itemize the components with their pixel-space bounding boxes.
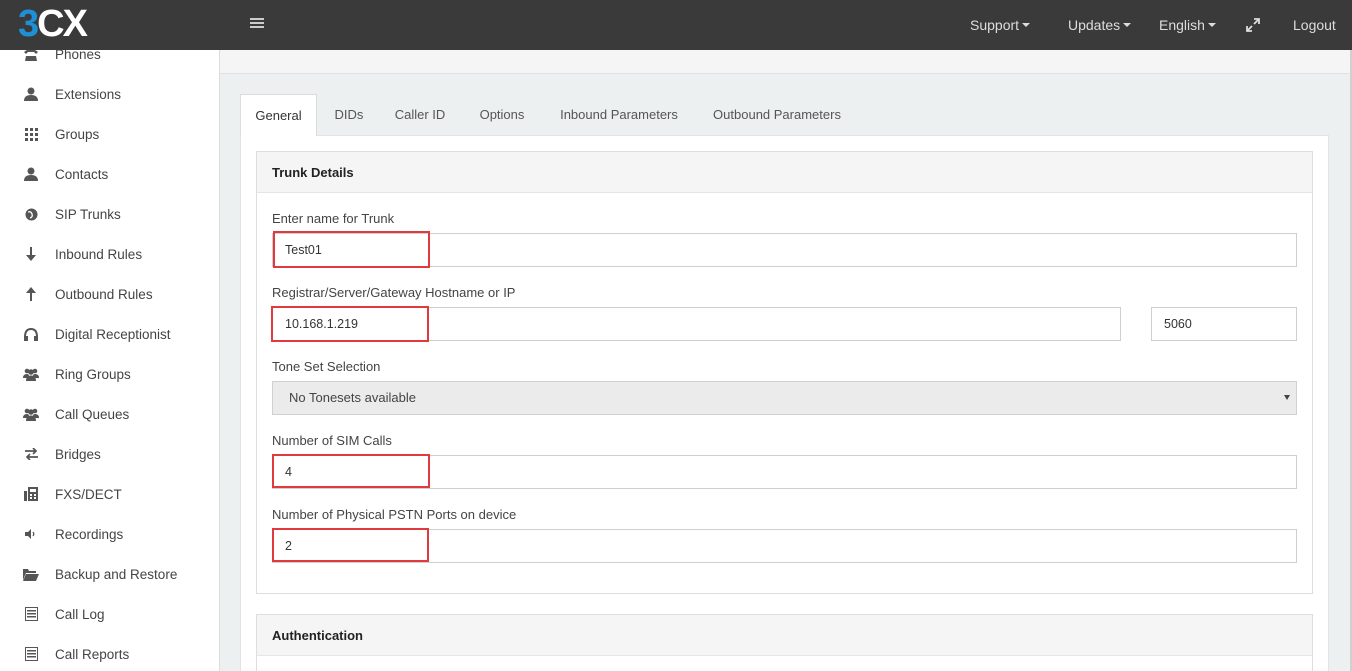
logout-label: Logout bbox=[1293, 17, 1336, 33]
trunk-name-label: Enter name for Trunk bbox=[272, 211, 395, 226]
exchange-icon bbox=[23, 446, 39, 462]
logout-link[interactable]: Logout bbox=[1293, 0, 1336, 50]
sidebar-item-label: Outbound Rules bbox=[55, 286, 153, 302]
chevron-down-icon bbox=[1284, 395, 1290, 400]
language-label: English bbox=[1159, 17, 1205, 33]
sidebar-item-label: Call Reports bbox=[55, 646, 130, 662]
language-menu[interactable]: English bbox=[1159, 0, 1216, 50]
updates-label: Updates bbox=[1068, 17, 1121, 33]
sidebar-item-label: Digital Receptionist bbox=[55, 326, 171, 342]
arrow-down-icon bbox=[23, 246, 39, 262]
volume-icon bbox=[23, 526, 39, 542]
tab-options[interactable]: Options bbox=[476, 94, 528, 136]
panel-title: Trunk Details bbox=[272, 165, 354, 180]
sidebar-item-label: Groups bbox=[55, 126, 100, 142]
trunk-details-panel: Trunk Details bbox=[256, 151, 1313, 594]
sidebar-item-label: SIP Trunks bbox=[55, 206, 121, 222]
sidebar-item-backup-restore[interactable]: Backup and Restore bbox=[0, 554, 219, 594]
tab-caller-id[interactable]: Caller ID bbox=[392, 94, 448, 136]
sidebar-item-label: Inbound Rules bbox=[55, 246, 143, 262]
arrow-up-icon bbox=[23, 286, 39, 302]
sidebar-item-sip-trunks[interactable]: SIP Trunks bbox=[0, 194, 219, 234]
chevron-down-icon bbox=[1207, 23, 1216, 27]
host-input[interactable]: 10.168.1.219 bbox=[272, 307, 1121, 341]
sidebar-item-groups[interactable]: Groups bbox=[0, 114, 219, 154]
top-navbar: 3 CX Support Updates English Logout bbox=[0, 0, 1352, 50]
port-input[interactable]: 5060 bbox=[1151, 307, 1297, 341]
updates-menu[interactable]: Updates bbox=[1068, 0, 1132, 50]
logo-cx: CX bbox=[37, 3, 88, 45]
sim-calls-label: Number of SIM Calls bbox=[272, 433, 392, 448]
tab-dids[interactable]: DIDs bbox=[328, 94, 370, 136]
panel-header: Authentication bbox=[257, 615, 1312, 656]
tab-outbound-parameters[interactable]: Outbound Parameters bbox=[710, 94, 844, 136]
panel-title: Authentication bbox=[272, 628, 363, 643]
users-icon bbox=[23, 366, 39, 382]
headphones-icon bbox=[23, 326, 39, 342]
panel-header: Trunk Details bbox=[257, 152, 1312, 193]
sidebar-item-fxs-dect[interactable]: FXS/DECT bbox=[0, 474, 219, 514]
fullscreen-icon[interactable] bbox=[1246, 18, 1260, 32]
sidebar-item-call-log[interactable]: Call Log bbox=[0, 594, 219, 634]
chevron-down-icon bbox=[1022, 23, 1031, 27]
sidebar-item-phones[interactable]: Phones bbox=[0, 50, 219, 74]
sidebar-item-label: Backup and Restore bbox=[55, 566, 178, 582]
phone-icon bbox=[23, 50, 39, 62]
list-icon bbox=[23, 606, 39, 622]
sidebar-item-label: Bridges bbox=[55, 446, 101, 462]
pstn-ports-input[interactable]: 2 bbox=[272, 529, 1297, 563]
tab-inbound-parameters[interactable]: Inbound Parameters bbox=[556, 94, 682, 136]
fax-icon bbox=[23, 486, 39, 502]
page-header-strip bbox=[220, 50, 1352, 74]
sidebar-item-label: Extensions bbox=[55, 86, 122, 102]
trunk-name-input[interactable]: Test01 bbox=[272, 233, 1297, 267]
host-label: Registrar/Server/Gateway Hostname or IP bbox=[272, 285, 516, 300]
sidebar-item-call-reports[interactable]: Call Reports bbox=[0, 634, 219, 671]
3cx-logo[interactable]: 3 CX bbox=[18, 3, 88, 45]
sidebar-item-contacts[interactable]: Contacts bbox=[0, 154, 219, 194]
sidebar-item-recordings[interactable]: Recordings bbox=[0, 514, 219, 554]
grid-icon bbox=[23, 126, 39, 142]
sim-calls-input[interactable]: 4 bbox=[272, 455, 1297, 489]
logo-three: 3 bbox=[18, 3, 39, 45]
sidebar-item-label: Recordings bbox=[55, 526, 124, 542]
sidebar-item-extensions[interactable]: Extensions bbox=[0, 74, 219, 114]
sidebar-item-label: Call Log bbox=[55, 606, 105, 622]
users-icon bbox=[23, 406, 39, 422]
sidebar-item-label: Call Queues bbox=[55, 406, 130, 422]
sidebar-item-label: Contacts bbox=[55, 166, 109, 182]
user-icon bbox=[23, 166, 39, 182]
pstn-ports-label: Number of Physical PSTN Ports on device bbox=[272, 507, 517, 522]
list-icon bbox=[23, 646, 39, 662]
sidebar-item-bridges[interactable]: Bridges bbox=[0, 434, 219, 474]
tab-general[interactable]: General bbox=[240, 94, 317, 136]
tone-set-select[interactable]: No Tonesets available bbox=[272, 381, 1297, 415]
sidebar-item-label: Phones bbox=[55, 50, 101, 62]
support-menu[interactable]: Support bbox=[970, 0, 1031, 50]
chevron-down-icon bbox=[1123, 23, 1132, 27]
folder-open-icon bbox=[23, 566, 39, 582]
sidebar-item-outbound-rules[interactable]: Outbound Rules bbox=[0, 274, 219, 314]
tone-set-label: Tone Set Selection bbox=[272, 359, 381, 374]
sidebar: Phones Extensions Groups Contacts SIP Tr… bbox=[0, 50, 220, 671]
sidebar-item-ring-groups[interactable]: Ring Groups bbox=[0, 354, 219, 394]
globe-icon bbox=[23, 206, 39, 222]
sidebar-item-label: Ring Groups bbox=[55, 366, 131, 382]
menu-toggle-icon[interactable] bbox=[250, 18, 264, 30]
user-icon bbox=[23, 86, 39, 102]
support-label: Support bbox=[970, 17, 1020, 33]
sidebar-item-label: FXS/DECT bbox=[55, 486, 122, 502]
sidebar-item-call-queues[interactable]: Call Queues bbox=[0, 394, 219, 434]
sidebar-item-inbound-rules[interactable]: Inbound Rules bbox=[0, 234, 219, 274]
sidebar-item-digital-receptionist[interactable]: Digital Receptionist bbox=[0, 314, 219, 354]
authentication-panel: Authentication bbox=[256, 614, 1313, 671]
